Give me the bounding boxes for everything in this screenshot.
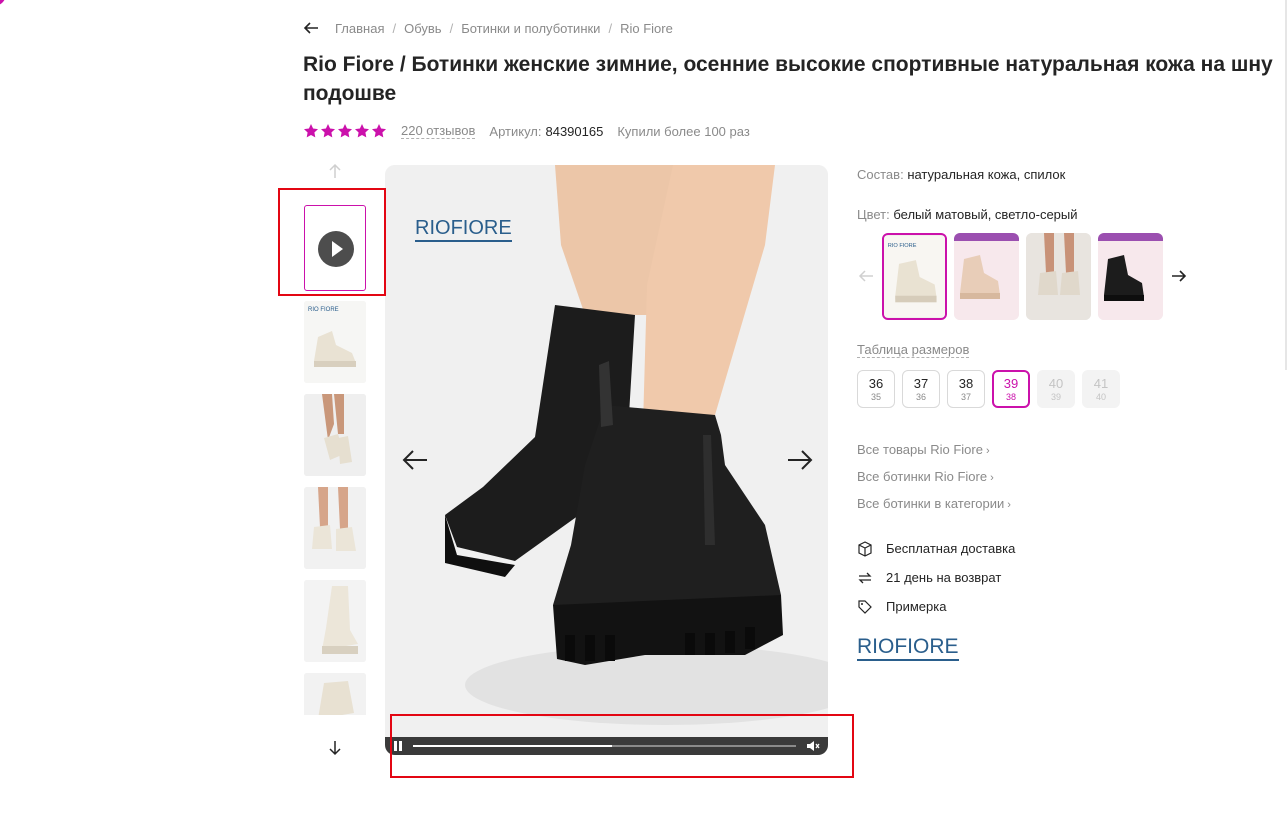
size-option[interactable]: 39 38 — [992, 370, 1030, 408]
svg-text:RIO FIORE: RIO FIORE — [308, 307, 339, 313]
thumbnail-image[interactable] — [304, 580, 366, 662]
size-ru: 39 — [1003, 375, 1019, 391]
size-eu: 38 — [1005, 391, 1016, 402]
reviews-link[interactable]: 220 отзывов — [401, 123, 476, 139]
size-option: 40 39 — [1037, 370, 1075, 408]
thumbnail-video[interactable] — [304, 205, 366, 291]
breadcrumb-separator: / — [449, 20, 454, 36]
page-title: Rio Fiore / Ботинки женские зимние, осен… — [303, 50, 1287, 110]
mute-icon[interactable] — [806, 740, 820, 752]
tag-icon — [858, 599, 872, 614]
arrow-left-icon[interactable] — [401, 448, 429, 472]
color-row: Цвет: белый матовый, светло-серый — [857, 207, 1078, 222]
thumbnail-image[interactable]: RIO FIORE — [304, 301, 366, 383]
breadcrumb-brand[interactable]: Rio Fiore — [620, 21, 673, 36]
arrow-right-icon[interactable] — [1170, 267, 1188, 285]
size-option: 41 40 — [1082, 370, 1120, 408]
arrow-right-icon[interactable] — [786, 448, 814, 472]
article-label: Артикул: — [489, 123, 542, 139]
chevron-right-icon: › — [985, 445, 990, 457]
size-option[interactable]: 37 36 — [902, 370, 940, 408]
composition-label: Состав: — [857, 167, 904, 182]
video-progress-bar[interactable] — [413, 745, 796, 747]
feature-return: 21 день на возврат — [857, 563, 1015, 592]
brand-logo[interactable]: RIOFIORE — [857, 635, 959, 661]
star-icon — [304, 124, 318, 138]
size-selector: 36 35 37 36 38 37 39 38 40 39 41 40 — [857, 370, 1120, 408]
pause-icon[interactable] — [393, 741, 403, 751]
breadcrumb-separator: / — [392, 20, 397, 36]
size-table-link[interactable]: Таблица размеров — [857, 342, 970, 358]
star-icon — [321, 124, 335, 138]
box-icon — [858, 540, 872, 557]
size-ru: 36 — [868, 375, 884, 391]
video-progress-fill — [413, 745, 613, 747]
size-eu: 39 — [1050, 391, 1061, 402]
color-variant[interactable] — [954, 233, 1019, 320]
breadcrumb-home[interactable]: Главная — [335, 21, 384, 36]
size-option[interactable]: 38 37 — [947, 370, 985, 408]
brand-links: Все товары Rio Fiore › Все ботинки Rio Fi… — [857, 440, 1011, 521]
link-brand-boots[interactable]: Все ботинки Rio Fiore › — [857, 467, 1011, 494]
feature-free-delivery: Бесплатная доставка — [857, 534, 1015, 563]
arrow-up-icon[interactable] — [327, 163, 343, 179]
brand-logo: RIOFIORE — [415, 217, 512, 242]
product-video-frame — [385, 165, 828, 755]
composition-value: натуральная кожа, спилок — [907, 167, 1066, 182]
size-ru: 38 — [958, 375, 974, 391]
size-ru: 37 — [913, 375, 929, 391]
star-icon — [338, 124, 352, 138]
feature-try-on: Примерка — [857, 592, 1015, 621]
breadcrumb-separator: / — [608, 20, 613, 36]
arrow-left-icon[interactable] — [303, 20, 319, 36]
thumbnail-list: RIO FIORE — [304, 205, 366, 715]
color-value: белый матовый, светло-серый — [893, 207, 1078, 222]
composition-row: Состав: натуральная кожа, спилок — [857, 167, 1065, 182]
star-icon — [355, 124, 369, 138]
delivery-features: Бесплатная доставка 21 день на возврат П… — [857, 534, 1015, 621]
breadcrumb: Главная / Обувь / Ботинки и полуботинки … — [303, 18, 673, 38]
size-ru: 41 — [1093, 375, 1109, 391]
size-eu: 35 — [870, 391, 881, 402]
link-all-brand-products[interactable]: Все товары Rio Fiore › — [857, 440, 1011, 467]
video-controls — [385, 737, 828, 755]
corner-badge — [0, 0, 6, 6]
arrow-left-icon[interactable] — [857, 267, 875, 285]
size-eu: 36 — [915, 391, 926, 402]
color-variant[interactable] — [1026, 233, 1091, 320]
color-label: Цвет: — [857, 207, 890, 222]
chevron-right-icon: › — [990, 472, 994, 484]
link-category-boots[interactable]: Все ботинки в категории › — [857, 494, 1011, 521]
svg-text:RIO FIORE: RIO FIORE — [888, 243, 917, 249]
rating-stars — [303, 123, 387, 139]
star-icon — [372, 124, 386, 138]
return-arrows-icon — [858, 572, 872, 583]
play-icon — [318, 231, 354, 267]
thumbnail-image[interactable] — [304, 673, 366, 715]
breadcrumb-boots[interactable]: Ботинки и полуботинки — [461, 21, 600, 36]
color-variant[interactable] — [1098, 233, 1163, 320]
size-eu: 37 — [960, 391, 971, 402]
thumbnail-image[interactable] — [304, 394, 366, 476]
color-variants: RIO FIORE — [882, 233, 1163, 320]
main-product-video[interactable]: RIOFIORE — [385, 165, 828, 755]
bought-count: Купили более 100 раз — [617, 123, 750, 139]
size-option[interactable]: 36 35 — [857, 370, 895, 408]
size-eu: 40 — [1095, 391, 1106, 402]
title-line-1: Rio Fiore / Ботинки женские зимние, осен… — [303, 53, 1273, 76]
title-line-2: подошве — [303, 82, 397, 105]
arrow-down-icon[interactable] — [327, 740, 343, 756]
article-value[interactable]: 84390165 — [545, 124, 603, 139]
size-ru: 40 — [1048, 375, 1064, 391]
color-variant[interactable]: RIO FIORE — [882, 233, 947, 320]
chevron-right-icon: › — [1007, 499, 1011, 511]
breadcrumb-shoes[interactable]: Обувь — [404, 21, 441, 36]
product-meta: 220 отзывов Артикул: 84390165 Купили бол… — [303, 121, 750, 141]
thumbnail-image[interactable] — [304, 487, 366, 569]
